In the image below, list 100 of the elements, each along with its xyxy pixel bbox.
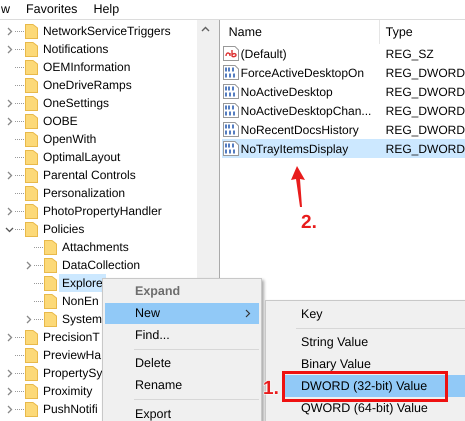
- chevron-right-icon[interactable]: [24, 314, 32, 324]
- value-type: REG_DWORD: [384, 140, 465, 158]
- binary-value-icon: [222, 65, 239, 80]
- value-name: ForceActiveDesktopOn: [240, 64, 364, 82]
- column-header[interactable]: Name: [220, 20, 380, 44]
- submenu-item[interactable]: String Value: [285, 331, 465, 353]
- value-row[interactable]: NoRecentDocsHistory REG_DWORD: [222, 120, 465, 139]
- folder-icon: [25, 24, 38, 38]
- tree-item[interactable]: NetworkServiceTriggers: [40, 22, 174, 40]
- menu-bar-item[interactable]: Favorites: [26, 3, 78, 16]
- tree-item[interactable]: PreviewHa: [40, 346, 104, 364]
- tree-item[interactable]: Notifications: [40, 40, 112, 58]
- submenu-item[interactable]: QWORD (64-bit) Value: [285, 397, 465, 419]
- folder-icon: [25, 204, 38, 218]
- string-value-icon: [222, 46, 239, 61]
- context-menu-item[interactable]: Export: [105, 403, 259, 421]
- chevron-down-icon[interactable]: [4, 224, 14, 234]
- step-label: 2.: [301, 211, 317, 235]
- tree-item[interactable]: OneSettings: [40, 94, 112, 112]
- value-name: NoRecentDocsHistory: [240, 122, 359, 138]
- folder-icon: [44, 276, 57, 290]
- submenu-item[interactable]: Binary Value: [285, 353, 465, 375]
- folder-icon: [25, 384, 38, 398]
- value-name: NoActiveDesktopChan...: [240, 102, 372, 120]
- tree-item[interactable]: Explore: [59, 274, 106, 292]
- tree-item[interactable]: Attachments: [59, 238, 132, 256]
- value-type: REG_DWORD: [384, 84, 465, 100]
- value-name: NoActiveDesktop: [240, 84, 333, 100]
- folder-icon: [25, 42, 38, 56]
- value-type: REG_DWORD: [384, 122, 465, 138]
- value-row[interactable]: NoTrayItemsDisplay REG_DWORD: [222, 139, 465, 158]
- tree-item[interactable]: OOBE: [40, 112, 81, 130]
- chevron-right-icon[interactable]: [4, 368, 14, 378]
- tree-item[interactable]: PropertySy: [40, 364, 106, 382]
- folder-icon: [25, 78, 38, 92]
- value-type: REG_DWORD: [384, 102, 465, 120]
- value-row[interactable]: ForceActiveDesktopOn REG_DWORD: [222, 63, 465, 82]
- folder-icon: [44, 294, 57, 308]
- binary-value-icon: [222, 141, 239, 156]
- context-menu-item[interactable]: Rename: [105, 374, 259, 396]
- folder-icon: [25, 186, 38, 200]
- tree-item[interactable]: Proximity: [40, 382, 96, 400]
- menu-bar-item[interactable]: Help: [93, 3, 120, 16]
- value-type: REG_SZ: [384, 46, 434, 62]
- folder-icon: [25, 330, 38, 344]
- chevron-right-icon[interactable]: [4, 386, 14, 396]
- tree-item[interactable]: Personalization: [40, 184, 128, 202]
- step-label: 1.: [263, 377, 279, 401]
- tree-item[interactable]: PrecisionT: [40, 328, 103, 346]
- folder-icon: [25, 96, 38, 110]
- tree-item[interactable]: PhotoPropertyHandler: [40, 202, 165, 220]
- folder-icon: [25, 222, 38, 236]
- value-type: REG_DWORD: [384, 64, 465, 82]
- tree-item[interactable]: OptimalLayout: [40, 148, 124, 166]
- value-name: (Default): [240, 46, 287, 62]
- folder-icon: [25, 150, 38, 164]
- tree-item[interactable]: OneDriveRamps: [40, 76, 135, 94]
- context-menu-item[interactable]: New: [105, 302, 259, 324]
- submenu-item[interactable]: DWORD (32-bit) Value: [285, 375, 465, 397]
- chevron-right-icon[interactable]: [4, 332, 14, 342]
- chevron-right-icon[interactable]: [4, 44, 14, 54]
- chevron-right-icon[interactable]: [4, 170, 14, 180]
- tree-item[interactable]: NonEn: [59, 292, 102, 310]
- binary-value-icon: [222, 122, 239, 137]
- value-row[interactable]: (Default) REG_SZ: [222, 44, 465, 63]
- folder-icon: [25, 114, 38, 128]
- menu-bar-item[interactable]: w: [1, 3, 10, 16]
- folder-icon: [25, 132, 38, 146]
- folder-icon: [44, 240, 57, 254]
- folder-icon: [25, 348, 38, 362]
- submenu-item[interactable]: Key: [285, 303, 465, 325]
- binary-value-icon: [222, 103, 239, 118]
- folder-icon: [25, 60, 38, 74]
- chevron-right-icon[interactable]: [4, 404, 14, 414]
- chevron-right-icon[interactable]: [4, 116, 14, 126]
- chevron-right-icon[interactable]: [4, 206, 14, 216]
- arrow-icon: [290, 164, 306, 208]
- tree-item[interactable]: DataCollection: [59, 256, 144, 274]
- folder-icon: [44, 312, 57, 326]
- column-header[interactable]: Type: [380, 20, 413, 44]
- value-row[interactable]: NoActiveDesktop REG_DWORD: [222, 82, 465, 101]
- context-menu-item[interactable]: Find...: [105, 324, 259, 346]
- folder-icon: [25, 402, 38, 416]
- folder-icon: [25, 366, 38, 380]
- scroll-up-icon[interactable]: [200, 26, 210, 32]
- value-name: NoTrayItemsDisplay: [240, 140, 348, 158]
- chevron-right-icon[interactable]: [4, 98, 14, 108]
- chevron-right-icon[interactable]: [24, 260, 32, 270]
- tree-item[interactable]: System: [59, 310, 106, 328]
- binary-value-icon: [222, 84, 239, 99]
- tree-item[interactable]: Parental Controls: [40, 166, 139, 184]
- folder-icon: [25, 168, 38, 182]
- value-row[interactable]: NoActiveDesktopChan... REG_DWORD: [222, 101, 465, 120]
- tree-item[interactable]: OpenWith: [40, 130, 100, 148]
- folder-icon: [44, 258, 57, 272]
- chevron-right-icon[interactable]: [4, 26, 14, 36]
- context-menu-item[interactable]: Delete: [105, 353, 259, 375]
- tree-item[interactable]: Policies: [40, 220, 88, 238]
- tree-item[interactable]: OEMInformation: [40, 58, 134, 76]
- tree-item[interactable]: PushNotifi: [40, 400, 101, 418]
